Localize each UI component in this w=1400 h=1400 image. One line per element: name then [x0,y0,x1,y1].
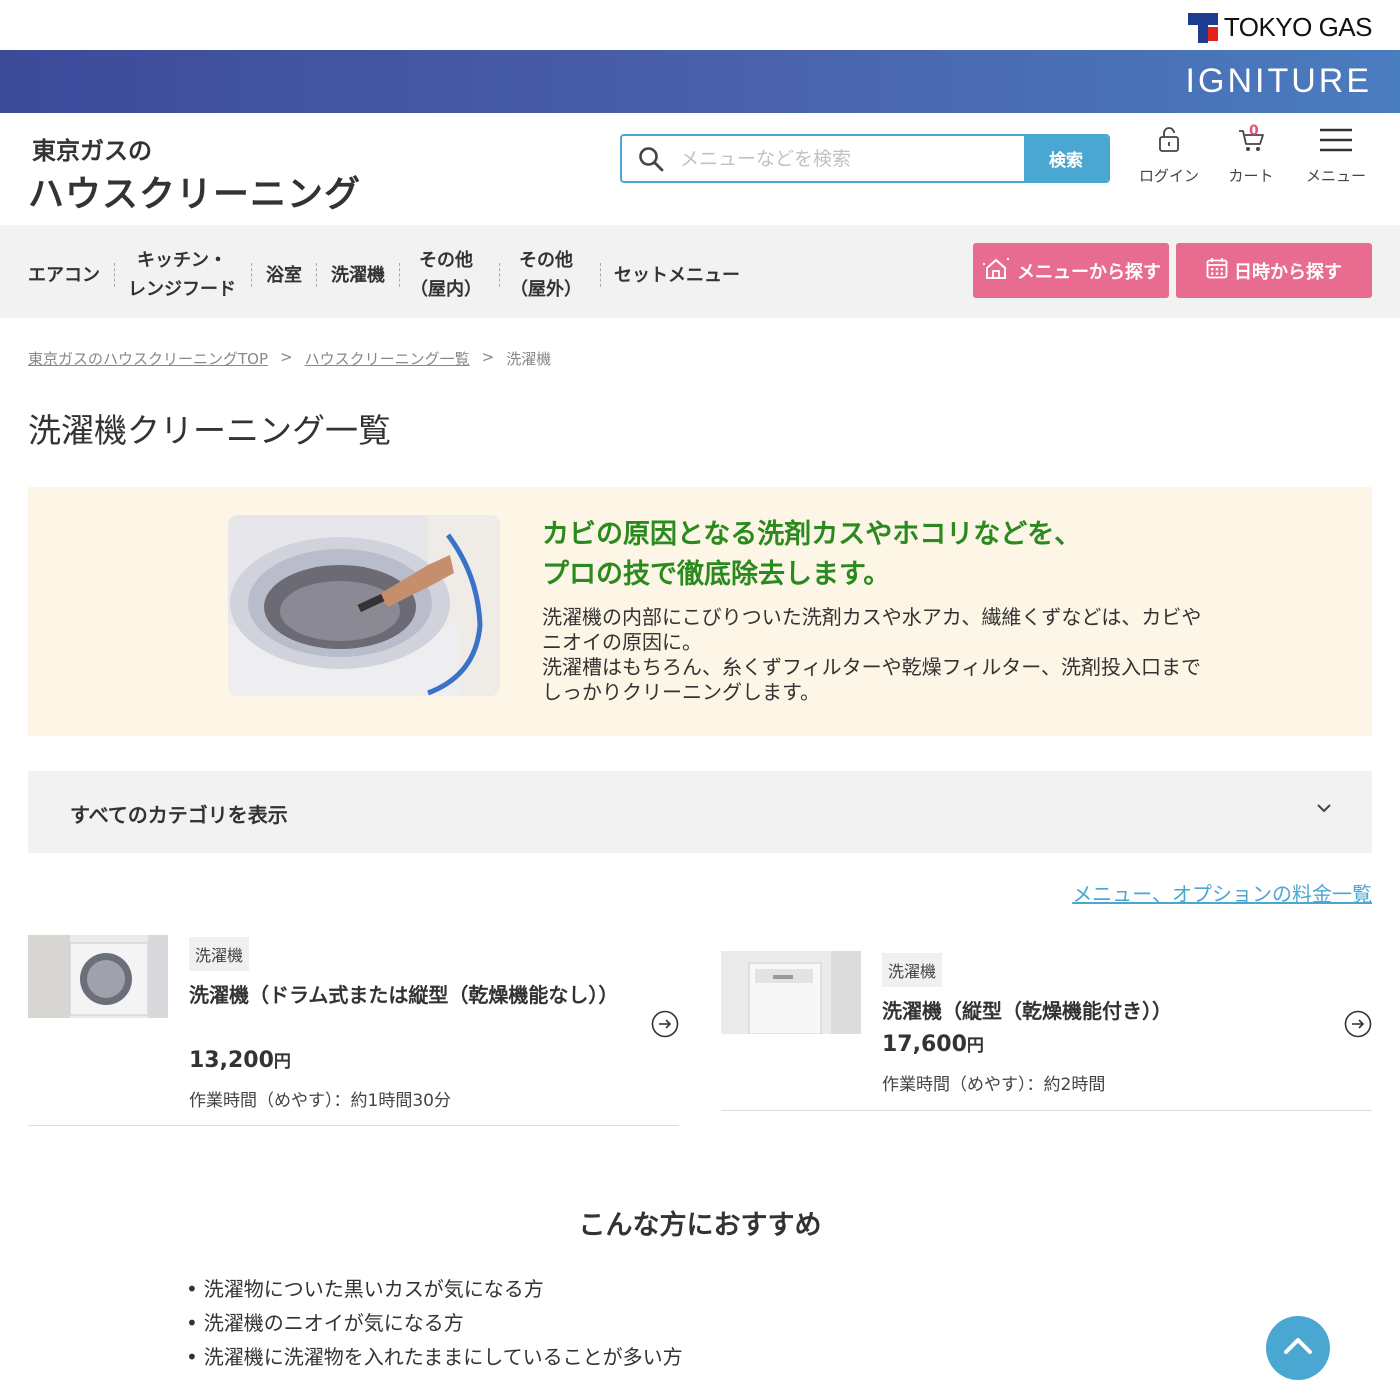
search-by-date-button[interactable]: 日時から探す [1176,243,1372,298]
login-button[interactable]: ログイン [1136,127,1202,186]
price-list-link[interactable]: メニュー、オプションの料金一覧 [1072,878,1372,907]
back-to-top-button[interactable] [1266,1316,1330,1380]
nav-divider [499,263,500,287]
product-price-unit: 円 [966,1036,984,1056]
product-card[interactable]: 洗濯機 洗濯機（縦型（乾燥機能付き）） 17,600円 作業時間（めやす）：約2… [721,951,1372,1111]
list-item: 洗濯機のニオイが気になる方 [186,1306,683,1340]
search-by-date-label: 日時から探す [1234,261,1342,283]
product-price: 13,200円 [189,1047,291,1073]
nav-item-label: その他 [419,250,473,271]
breadcrumb-separator: > [280,348,293,366]
nav-item-washing-machine[interactable]: 洗濯機 [331,261,385,290]
product-price-unit: 円 [273,1052,291,1072]
list-item: 洗濯機に洗濯物を入れたままにしていることが多い方 [186,1340,683,1374]
site-header: 東京ガスの ハウスクリーニング 検索 ログイン 0 カート メニュー [0,113,1400,225]
nav-item-set-menu[interactable]: セットメニュー [614,261,740,290]
nav-divider [251,263,252,287]
hero-banner: カビの原因となる洗剤カスやホコリなどを、 プロの技で徹底除去します。 洗濯機の内… [28,487,1372,736]
nav-item-label-line2: レンジフード [128,279,236,300]
chevron-up-icon [1283,1336,1313,1360]
site-title[interactable]: ハウスクリーニング [28,165,361,217]
tokyo-gas-wordmark: TOKYO GAS [1223,12,1373,42]
cart-label: カート [1228,167,1274,185]
product-name[interactable]: 洗濯機（縦型（乾燥機能付き）） [882,996,1302,1026]
nav-divider [600,263,601,287]
arrow-right-circle-icon[interactable] [1344,1010,1372,1038]
cart-icon [1237,130,1265,157]
nav-divider [114,263,115,287]
product-name[interactable]: 洗濯機（ドラム式または縦型（乾燥機能なし）） [189,980,618,1010]
breadcrumb-link-top[interactable]: 東京ガスのハウスクリーニングTOP [28,348,268,369]
product-category-tag: 洗濯機 [189,937,250,971]
nav-item-kitchen[interactable]: キッチン・レンジフード [128,246,236,304]
product-card[interactable]: 洗濯機 洗濯機（ドラム式または縦型（乾燥機能なし）） 13,200円 作業時間（… [28,935,679,1126]
page-title: 洗濯機クリーニング一覧 [28,411,391,450]
nav-item-label: 浴室 [266,265,302,286]
list-item: 洗濯物についた黒いカスが気になる方 [186,1272,683,1306]
cart-button[interactable]: 0 カート [1222,123,1280,186]
nav-item-bathroom[interactable]: 浴室 [266,261,302,290]
search-input[interactable] [680,136,1024,181]
igniture-bar: IGNITURE [0,50,1400,113]
search-icon [622,136,680,181]
lock-icon [1158,127,1180,157]
product-work-time: 作業時間（めやす）：約1時間30分 [189,1091,451,1111]
nav-item-label: 洗濯機 [331,265,385,286]
igniture-logo[interactable]: IGNITURE [1186,62,1372,101]
breadcrumb-current: 洗濯機 [506,350,552,368]
product-work-time: 作業時間（めやす）：約2時間 [882,1075,1106,1095]
search-by-menu-button[interactable]: メニューから探す [973,243,1169,298]
nav-item-other-outdoor[interactable]: その他 （屋外） [510,246,582,304]
recommend-list: 洗濯物についた黒いカスが気になる方 洗濯機のニオイが気になる方 洗濯機に洗濯物を… [186,1272,683,1374]
hero-headline-line1: カビの原因となる洗剤カスやホコリなどを、 [542,519,1082,550]
site-subtitle[interactable]: 東京ガスの [32,131,152,166]
search-box: 検索 [620,134,1110,183]
search-by-menu-label: メニューから探す [1017,261,1161,283]
product-price-value: 17,600 [882,1032,967,1057]
chevron-down-icon [1316,799,1332,818]
nav-item-label-line2: （屋外） [510,279,582,300]
nav-item-label: その他 [519,250,573,271]
nav-item-label: セットメニュー [614,265,740,286]
product-thumbnail [28,935,168,1018]
product-thumbnail [721,951,861,1034]
tokyo-gas-logo[interactable]: TOKYO GAS [1187,12,1373,43]
hero-description: 洗濯機の内部にこびりついた洗剤カスや水アカ、繊維くずなどは、カビやニオイの原因に… [542,605,1202,705]
breadcrumb: 東京ガスのハウスクリーニングTOP > ハウスクリーニング一覧 > 洗濯機 [28,348,551,369]
category-nav: エアコン キッチン・ レンジフード 浴室 洗濯機 その他 （屋内） その他 （屋外） … [0,225,1400,318]
nav-item-other-indoor[interactable]: その他 （屋内） [410,246,482,304]
breadcrumb-separator: > [481,348,495,366]
nav-item-label-line2: （屋内） [410,279,482,300]
corporate-bar: TOKYO GAS [0,0,1400,50]
login-label: ログイン [1138,167,1199,185]
menu-button[interactable]: メニュー [1300,127,1372,186]
hero-description-para2: 洗濯槽はもちろん、糸くずフィルターや乾燥フィルター、洗剤投入口までしっかりクリー… [542,655,1201,704]
nav-item-label: キッチン・ [137,250,227,271]
nav-divider [316,263,317,287]
washing-machine-photo [228,515,500,696]
arrow-right-circle-icon[interactable] [651,1010,679,1038]
hero-description-para1: 洗濯機の内部にこびりついた洗剤カスや水アカ、繊維くずなどは、カビやニオイの原因に… [542,605,1202,654]
menu-label: メニュー [1305,167,1366,185]
recommend-title: こんな方におすすめ [578,1210,822,1241]
search-button[interactable]: 検索 [1024,136,1108,181]
tokyo-gas-mark-icon [1187,12,1218,43]
nav-item-aircon[interactable]: エアコン [28,261,100,290]
house-sparkle-icon [981,256,1011,285]
product-category-tag: 洗濯機 [882,953,943,987]
nav-divider [399,263,400,287]
hero-headline-line2: プロの技で徹底除去します。 [542,559,891,590]
calendar-icon [1206,257,1228,284]
nav-item-label: エアコン [28,265,100,286]
hero-headline: カビの原因となる洗剤カスやホコリなどを、 プロの技で徹底除去します。 [542,515,1081,595]
product-price: 17,600円 [882,1031,984,1057]
product-price-value: 13,200 [189,1048,274,1073]
hamburger-icon [1319,128,1353,157]
cart-count-badge: 0 [1249,123,1259,139]
breadcrumb-link-list[interactable]: ハウスクリーニング一覧 [305,348,470,369]
category-accordion[interactable]: すべてのカテゴリを表示 [28,771,1372,853]
category-accordion-label: すべてのカテゴリを表示 [70,803,288,827]
